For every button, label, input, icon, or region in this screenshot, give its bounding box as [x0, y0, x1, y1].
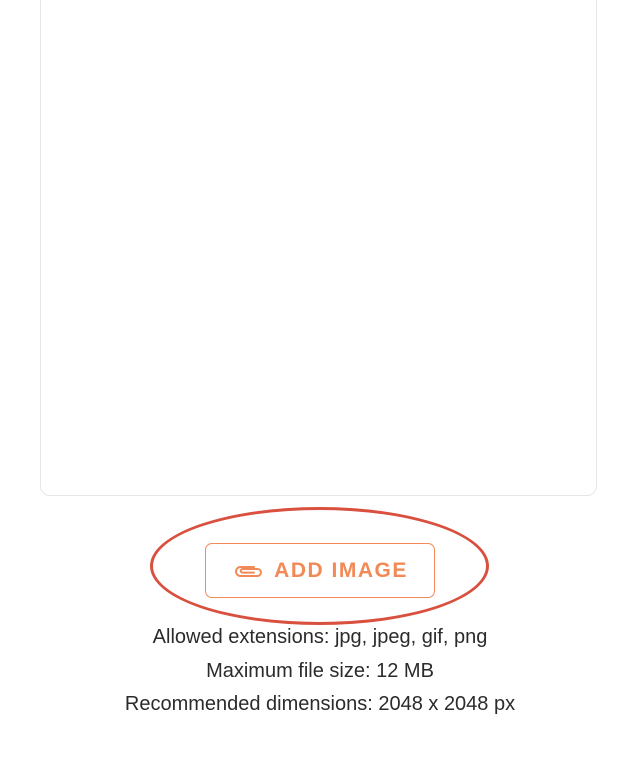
- allowed-extensions-text: Allowed extensions: jpg, jpeg, gif, png: [152, 626, 488, 648]
- image-preview-area[interactable]: [40, 0, 597, 496]
- paperclip-icon: [232, 563, 265, 579]
- add-image-button[interactable]: ADD IMAGE: [205, 543, 435, 598]
- max-file-size-text: Maximum file size: 12 MB: [206, 659, 434, 682]
- image-upload-panel: ADD IMAGE Allowed extensions: jpg, jpeg,…: [0, 0, 626, 759]
- recommended-dimensions-text: Recommended dimensions: 2048 x 2048 px: [124, 693, 516, 715]
- add-image-label: ADD IMAGE: [274, 558, 408, 582]
- upload-requirements: Allowed extensions: jpg, jpeg, gif, png …: [0, 621, 626, 722]
